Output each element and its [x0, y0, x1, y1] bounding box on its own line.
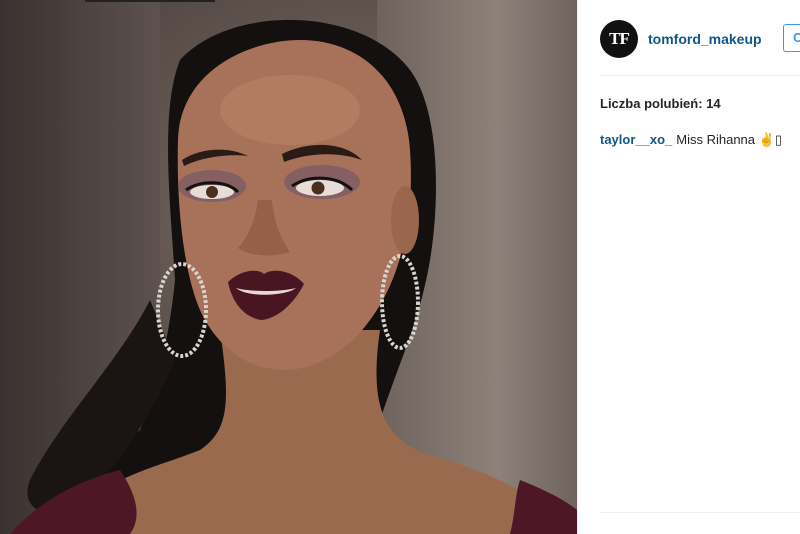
comment-username[interactable]: taylor__xo_: [600, 132, 672, 147]
avatar-text: TF: [609, 29, 630, 48]
right-iris: [311, 181, 325, 195]
comment-text: Miss Rihanna ✌▯: [676, 132, 782, 147]
tom-ford-logo-icon[interactable]: TF: [600, 20, 638, 58]
footer-divider: [600, 512, 800, 513]
dress-right-shape: [510, 480, 577, 534]
forehead-highlight: [220, 75, 360, 145]
likes-count[interactable]: Liczba polubień: 14: [600, 96, 721, 111]
post-header: TF tomford_makeup: [600, 20, 762, 58]
left-iris: [206, 186, 218, 198]
post-sidebar: TF tomford_makeup O Liczba polubień: 14 …: [578, 0, 800, 534]
header-divider: [600, 75, 800, 76]
portrait-illustration: [10, 19, 577, 534]
post-photo[interactable]: [0, 0, 577, 534]
instagram-post: TF tomford_makeup O Liczba polubień: 14 …: [0, 0, 800, 534]
follow-button[interactable]: O: [783, 24, 800, 52]
comment-item: taylor__xo_ Miss Rihanna ✌▯: [600, 132, 782, 148]
author-username[interactable]: tomford_makeup: [648, 31, 762, 47]
ear-shape: [391, 186, 419, 254]
